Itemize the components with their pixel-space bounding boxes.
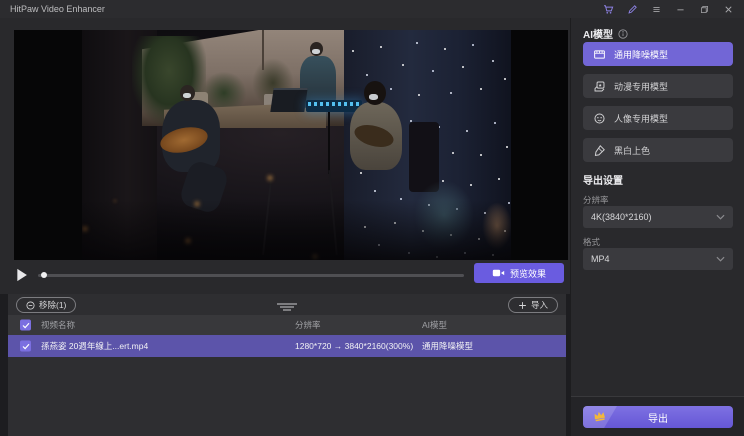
seek-slider[interactable]: [38, 271, 464, 279]
chevron-down-icon: [716, 214, 725, 220]
window-title: HitPaw Video Enhancer: [0, 4, 105, 14]
app-window: HitPaw Video Enhancer: [0, 0, 744, 436]
chevron-down-icon: [716, 256, 725, 262]
preview-effect-button[interactable]: 预览效果: [474, 263, 564, 283]
import-button[interactable]: 导入: [508, 297, 558, 313]
maximize-icon[interactable]: [699, 4, 710, 15]
model-button-anime[interactable]: 动漫专用模型: [583, 74, 733, 98]
anime-image-icon: [593, 80, 606, 93]
videocam-icon: [492, 268, 505, 278]
seek-thumb[interactable]: [41, 272, 47, 278]
titlebar-icons: [603, 4, 744, 15]
export-settings-title: 导出设置: [583, 172, 623, 187]
resolution-value: 4K(3840*2160): [591, 212, 652, 222]
import-button-label: 导入: [531, 299, 548, 311]
resolution-dropdown[interactable]: 4K(3840*2160): [583, 206, 733, 228]
row-resolution: 1280*720 → 3840*2160(300%): [295, 335, 413, 357]
format-value: MP4: [591, 254, 610, 264]
format-dropdown[interactable]: MP4: [583, 248, 733, 270]
row-checkbox[interactable]: [20, 341, 31, 352]
column-resolution: 分辨率: [295, 315, 321, 335]
remove-button[interactable]: 移除(1): [16, 297, 76, 313]
column-video-name: 视频名称: [41, 315, 75, 335]
titlebar: HitPaw Video Enhancer: [0, 0, 744, 18]
file-panel: 移除(1) 导入 视频名称 分辨率 AI模型 孫燕姿: [8, 294, 566, 436]
plus-icon: [518, 301, 527, 310]
film-frame-icon: [593, 48, 606, 61]
close-icon[interactable]: [723, 4, 734, 15]
video-preview: [14, 30, 568, 260]
model-label: 通用降噪模型: [614, 48, 668, 61]
format-label: 格式: [583, 236, 600, 248]
collapse-handle-icon[interactable]: [275, 299, 299, 309]
main-area: 预览效果 移除(1) 导入 视频名称 分辨率 AI模型: [0, 18, 570, 436]
info-icon[interactable]: [618, 29, 628, 39]
ai-models-header: AI模型: [583, 26, 628, 41]
play-button[interactable]: [16, 268, 28, 282]
row-video-name: 孫燕姿 20週年線上...ert.mp4: [41, 335, 148, 357]
remove-button-label: 移除(1): [39, 299, 66, 311]
menu-icon[interactable]: [651, 4, 662, 15]
export-button-label: 导出: [583, 406, 733, 428]
brush-icon[interactable]: [627, 4, 638, 15]
minimize-icon[interactable]: [675, 4, 686, 15]
sidebar: AI模型 通用降噪模型 动漫专用模型 人像专用模型 黑白上色 导出设置 分辨率 …: [570, 18, 744, 436]
column-ai-model: AI模型: [422, 315, 447, 335]
seek-track: [38, 274, 464, 277]
portrait-face-icon: [593, 112, 606, 125]
colorize-brush-icon: [593, 144, 606, 157]
table-row[interactable]: 孫燕姿 20週年線上...ert.mp4 1280*720 → 3840*216…: [8, 335, 566, 357]
model-label: 黑白上色: [614, 144, 650, 157]
model-button-general-denoise[interactable]: 通用降噪模型: [583, 42, 733, 66]
model-label: 动漫专用模型: [614, 80, 668, 93]
cart-icon[interactable]: [603, 4, 614, 15]
model-label: 人像专用模型: [614, 112, 668, 125]
select-all-checkbox[interactable]: [20, 320, 31, 331]
table-header: 视频名称 分辨率 AI模型: [8, 315, 566, 335]
model-button-portrait[interactable]: 人像专用模型: [583, 106, 733, 130]
model-button-colorize[interactable]: 黑白上色: [583, 138, 733, 162]
resolution-label: 分辨率: [583, 194, 609, 206]
remove-circle-icon: [26, 301, 35, 310]
ai-models-title: AI模型: [583, 26, 613, 41]
export-button[interactable]: 导出: [583, 406, 733, 428]
row-ai-model: 通用降噪模型: [422, 335, 473, 357]
export-section: 导出: [571, 396, 744, 436]
preview-effect-label: 预览效果: [510, 267, 546, 280]
